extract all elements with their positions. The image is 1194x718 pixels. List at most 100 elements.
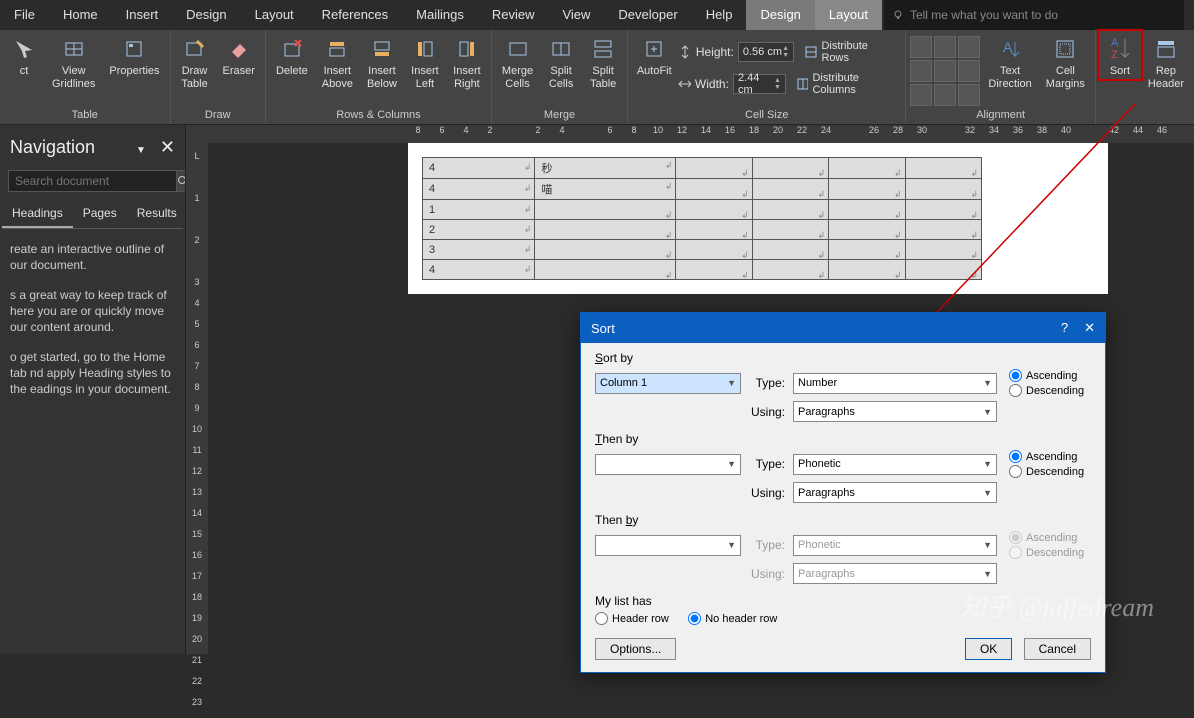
sort-by-column-combo[interactable]: Column 1▼ [595, 373, 741, 394]
delete-button[interactable]: Delete [270, 32, 314, 78]
no-header-row-radio[interactable]: No header row [688, 612, 777, 625]
table-cell[interactable] [676, 260, 752, 280]
dialog-close-icon[interactable]: ✕ [1084, 320, 1095, 336]
table-cell[interactable] [752, 179, 828, 200]
ok-button[interactable]: OK [965, 638, 1012, 660]
nav-tab-headings[interactable]: Headings [2, 200, 73, 228]
table-cell[interactable] [535, 260, 676, 280]
tab-insert[interactable]: Insert [112, 0, 173, 30]
eraser-button[interactable]: Eraser [217, 32, 261, 78]
table-cell[interactable] [905, 220, 981, 240]
sort-by-asc-radio[interactable]: Ascending [1009, 369, 1084, 382]
table-cell[interactable]: 1 [423, 200, 535, 220]
tab-table-layout[interactable]: Layout [815, 0, 882, 30]
table-cell[interactable] [752, 260, 828, 280]
table-cell[interactable]: 喵 [535, 179, 676, 200]
then-by-1-desc-radio[interactable]: Descending [1009, 465, 1084, 478]
table-cell[interactable] [905, 158, 981, 179]
then-by-1-using-combo[interactable]: Paragraphs▼ [793, 482, 997, 503]
nav-tab-results[interactable]: Results [127, 200, 186, 228]
table-cell[interactable] [905, 240, 981, 260]
width-input[interactable]: 2.44 cm▲▼ [733, 74, 786, 94]
table-cell[interactable] [752, 220, 828, 240]
table-cell[interactable] [676, 179, 752, 200]
table-cell[interactable]: 2 [423, 220, 535, 240]
then-by-2-column-combo[interactable]: ▼ [595, 535, 741, 556]
distribute-cols-button[interactable]: Distribute Columns [790, 70, 901, 98]
align-ml[interactable] [910, 60, 932, 82]
select-button[interactable]: ct [4, 32, 44, 78]
insert-right-button[interactable]: Insert Right [447, 32, 487, 91]
view-gridlines-button[interactable]: View Gridlines [46, 32, 101, 91]
header-row-radio[interactable]: Header row [595, 612, 669, 625]
table-cell[interactable] [752, 240, 828, 260]
split-cells-button[interactable]: Split Cells [541, 32, 581, 91]
table-cell[interactable] [829, 220, 905, 240]
height-input[interactable]: 0.56 cm▲▼ [738, 42, 794, 62]
properties-button[interactable]: Properties [103, 32, 165, 78]
align-tl[interactable] [910, 36, 932, 58]
table-cell[interactable] [905, 260, 981, 280]
sort-by-using-combo[interactable]: Paragraphs▼ [793, 401, 997, 422]
tab-developer[interactable]: Developer [604, 0, 691, 30]
table-cell[interactable]: 秒 [535, 158, 676, 179]
align-bl[interactable] [910, 84, 932, 106]
table-cell[interactable]: 4 [423, 158, 535, 179]
tab-file[interactable]: File [0, 0, 49, 30]
nav-tab-pages[interactable]: Pages [73, 200, 127, 228]
table-cell[interactable] [676, 240, 752, 260]
nav-search-button[interactable]: ▾ [177, 170, 186, 192]
table-cell[interactable] [829, 260, 905, 280]
table-cell[interactable] [829, 158, 905, 179]
table-cell[interactable] [829, 240, 905, 260]
tell-me-search[interactable]: Tell me what you want to do [884, 0, 1184, 30]
table-cell[interactable] [535, 240, 676, 260]
tab-table-design[interactable]: Design [746, 0, 814, 30]
tab-review[interactable]: Review [478, 0, 549, 30]
table-cell[interactable] [676, 200, 752, 220]
table-cell[interactable] [905, 200, 981, 220]
align-tr[interactable] [958, 36, 980, 58]
tab-mailings[interactable]: Mailings [402, 0, 478, 30]
align-bc[interactable] [934, 84, 956, 106]
tab-home[interactable]: Home [49, 0, 112, 30]
then-by-1-type-combo[interactable]: Phonetic▼ [793, 454, 997, 475]
table-cell[interactable] [752, 158, 828, 179]
table-cell[interactable] [676, 158, 752, 179]
tab-references[interactable]: References [308, 0, 402, 30]
align-mr[interactable] [958, 60, 980, 82]
cancel-button[interactable]: Cancel [1024, 638, 1091, 660]
insert-below-button[interactable]: Insert Below [361, 32, 403, 91]
repeat-header-button[interactable]: Rep Header [1142, 32, 1190, 91]
tab-help[interactable]: Help [692, 0, 747, 30]
table-cell[interactable] [535, 220, 676, 240]
table-cell[interactable]: 4 [423, 260, 535, 280]
sort-button[interactable]: AZSort [1100, 32, 1140, 78]
nav-dropdown-icon[interactable]: ▼ [136, 145, 146, 156]
nav-search-input[interactable] [8, 170, 177, 192]
then-by-1-asc-radio[interactable]: Ascending [1009, 450, 1084, 463]
merge-cells-button[interactable]: Merge Cells [496, 32, 539, 91]
insert-left-button[interactable]: Insert Left [405, 32, 445, 91]
cell-margins-button[interactable]: Cell Margins [1040, 32, 1091, 91]
insert-above-button[interactable]: Insert Above [316, 32, 359, 91]
table-cell[interactable] [752, 200, 828, 220]
split-table-button[interactable]: Split Table [583, 32, 623, 91]
options-button[interactable]: Options... [595, 638, 676, 660]
sort-by-type-combo[interactable]: Number▼ [793, 373, 997, 394]
text-direction-button[interactable]: AText Direction [982, 32, 1037, 91]
align-tc[interactable] [934, 36, 956, 58]
tab-layout[interactable]: Layout [241, 0, 308, 30]
table-cell[interactable] [905, 179, 981, 200]
table-cell[interactable] [829, 179, 905, 200]
nav-close-icon[interactable]: ✕ [160, 137, 175, 157]
tab-view[interactable]: View [548, 0, 604, 30]
document-table[interactable]: 4秒4喵1234 [422, 157, 982, 280]
table-cell[interactable]: 3 [423, 240, 535, 260]
autofit-button[interactable]: AutoFit [632, 32, 676, 78]
distribute-rows-button[interactable]: Distribute Rows [798, 38, 901, 66]
tab-design[interactable]: Design [172, 0, 240, 30]
align-br[interactable] [958, 84, 980, 106]
table-cell[interactable] [535, 200, 676, 220]
table-cell[interactable] [676, 220, 752, 240]
